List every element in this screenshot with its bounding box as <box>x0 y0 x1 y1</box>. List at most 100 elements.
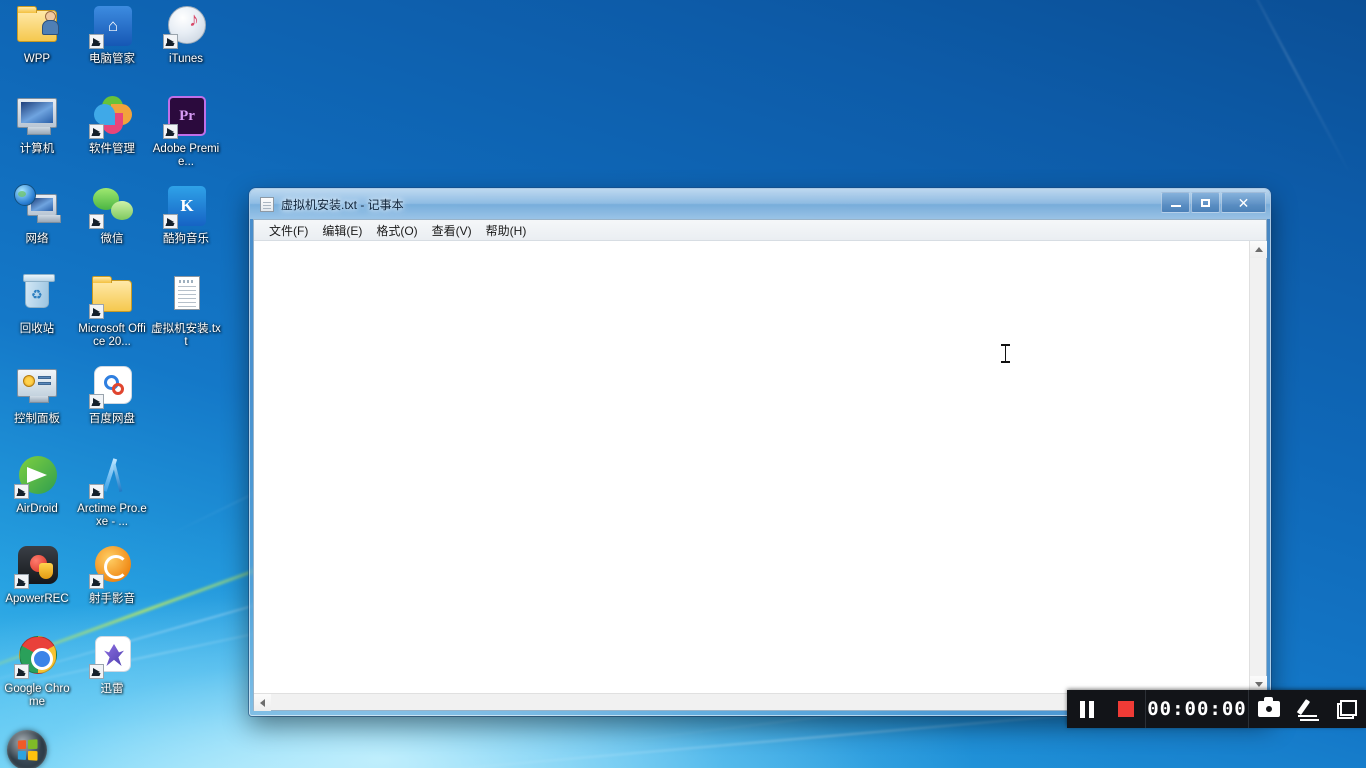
desktop-icon-computer[interactable]: 计算机 <box>0 92 74 156</box>
recording-timer: 00:00:00 <box>1147 698 1247 720</box>
desktop-icon-wpp-folder[interactable]: WPP <box>0 2 74 66</box>
desktop-icon-recycle-bin[interactable]: ♻ 回收站 <box>0 272 74 336</box>
windows-logo-icon <box>17 739 38 761</box>
desktop-icon-thunder-xunlei[interactable]: 迅雷 <box>75 632 149 696</box>
window-controls: ✕ <box>1160 192 1266 213</box>
desktop-icon-pc-manager[interactable]: ⌂ 电脑管家 <box>75 2 149 66</box>
notepad-menu-item-2[interactable]: 格式(O) <box>369 220 424 241</box>
desktop-icon-label: WPP <box>23 53 51 65</box>
scroll-left-button[interactable] <box>254 694 271 711</box>
recorder-tools-group <box>1249 690 1366 728</box>
chevron-up-icon <box>1254 247 1263 252</box>
desktop-icon-label: Microsoft Office 20... <box>78 323 146 348</box>
notepad-title-bar[interactable]: 虚拟机安装.txt - 记事本 ✕ <box>250 189 1270 219</box>
airdroid-icon <box>13 452 61 500</box>
notepad-menu-bar: 文件(F) 编辑(E) 格式(O) 查看(V) 帮助(H) <box>254 220 1266 241</box>
close-button[interactable]: ✕ <box>1221 192 1266 213</box>
desktop-icon-text-document[interactable]: 虚拟机安装.txt <box>149 272 223 348</box>
splayer-icon <box>88 542 136 590</box>
shortcut-arrow-icon <box>14 664 29 679</box>
shortcut-arrow-icon <box>89 34 104 49</box>
vertical-scrollbar[interactable] <box>1249 241 1267 693</box>
office-folder-icon <box>88 272 136 320</box>
annotate-button[interactable] <box>1288 690 1327 728</box>
desktop-icon-apowerrec[interactable]: ApowerREC <box>0 542 74 606</box>
stop-record-icon <box>1117 701 1134 717</box>
desktop-icon-label: 计算机 <box>19 143 55 155</box>
desktop-icon-kugou-music[interactable]: K 酷狗音乐 <box>149 182 223 246</box>
desktop-icon-network[interactable]: 网络 <box>0 182 74 246</box>
desktop-icon-label: ApowerREC <box>5 593 69 605</box>
desktop[interactable]: WPP ⌂ 电脑管家 iTunes 计算机 软件管理 Pr Adobe Premie... 网络… <box>0 0 1366 768</box>
shortcut-arrow-icon <box>14 574 29 589</box>
shortcut-arrow-icon <box>89 394 104 409</box>
minimize-button[interactable] <box>1161 192 1190 213</box>
desktop-icon-label: 网络 <box>25 233 49 245</box>
globe-shape <box>14 184 36 206</box>
desktop-icon-airdroid[interactable]: AirDroid <box>0 452 74 516</box>
text-document-icon <box>162 272 210 320</box>
desktop-icon-label: 射手影音 <box>89 593 135 605</box>
desktop-icon-google-chrome[interactable]: Google Chrome <box>0 632 74 708</box>
desktop-icon-label: 软件管理 <box>89 143 135 155</box>
adobe-premiere-icon: Pr <box>162 92 210 140</box>
notepad-menu-item-3[interactable]: 查看(V) <box>425 220 479 241</box>
camera-icon <box>1257 697 1280 717</box>
maximize-button[interactable] <box>1191 192 1220 213</box>
shortcut-arrow-icon <box>89 484 104 499</box>
wallpaper-light-streak <box>1228 0 1352 177</box>
screen-recorder-toolbar[interactable]: 00:00:00 <box>1067 690 1366 728</box>
notepad-menu-item-1[interactable]: 编辑(E) <box>315 220 369 241</box>
desktop-icon-software-manager[interactable]: 软件管理 <box>75 92 149 156</box>
shortcut-arrow-icon <box>89 124 104 139</box>
desktop-icon-label: iTunes <box>168 53 204 65</box>
google-chrome-icon <box>13 632 61 680</box>
desktop-icon-label: Adobe Premie... <box>152 143 220 168</box>
notepad-text-area[interactable] <box>254 241 1249 693</box>
start-button[interactable] <box>7 730 47 768</box>
itunes-icon <box>162 2 210 50</box>
control-panel-icon <box>13 362 61 410</box>
desktop-icon-label: 回收站 <box>19 323 55 335</box>
shortcut-arrow-icon <box>163 34 178 49</box>
notepad-window[interactable]: 虚拟机安装.txt - 记事本 ✕ 文件(F) 编辑(E) 格式(O) 查看(V) 帮助… <box>249 188 1271 716</box>
desktop-icon-label: 虚拟机安装.txt <box>151 323 221 348</box>
desktop-icon-control-panel[interactable]: 控制面板 <box>0 362 74 426</box>
kugou-music-icon: K <box>162 182 210 230</box>
recycle-bin-icon: ♻ <box>13 272 61 320</box>
region-button[interactable] <box>1327 690 1366 728</box>
notepad-menu-item-0[interactable]: 文件(F) <box>262 220 315 241</box>
arctime-icon <box>88 452 136 500</box>
desktop-icon-label: 酷狗音乐 <box>163 233 209 245</box>
monitor-shape <box>17 98 57 135</box>
notepad-menu-item-4[interactable]: 帮助(H) <box>479 220 534 241</box>
chevron-left-icon <box>260 698 265 707</box>
person-shape <box>42 11 59 35</box>
pause-icon <box>1079 700 1094 718</box>
desktop-icon-label: Arctime Pro.exe - ... <box>77 503 147 528</box>
screenshot-button[interactable] <box>1249 690 1288 728</box>
desktop-icon-adobe-premiere[interactable]: Pr Adobe Premie... <box>149 92 223 168</box>
desktop-icon-baidu-netdisk[interactable]: 百度网盘 <box>75 362 149 426</box>
thunder-xunlei-icon <box>88 632 136 680</box>
desktop-icon-itunes[interactable]: iTunes <box>149 2 223 66</box>
desktop-icon-arctime[interactable]: Arctime Pro.exe - ... <box>75 452 149 528</box>
minimize-icon <box>1170 205 1181 207</box>
desktop-icon-wechat[interactable]: 微信 <box>75 182 149 246</box>
control-panel-shape <box>17 369 57 403</box>
desktop-icon-label: Google Chrome <box>4 683 70 708</box>
apowerrec-icon <box>13 542 61 590</box>
shortcut-arrow-icon <box>89 304 104 319</box>
scroll-up-button[interactable] <box>1250 241 1267 258</box>
shortcut-arrow-icon <box>163 124 178 139</box>
pause-button[interactable] <box>1067 690 1106 728</box>
wechat-icon <box>88 182 136 230</box>
recorder-transport-group <box>1067 690 1145 728</box>
notepad-body <box>254 241 1267 693</box>
desktop-icon-splayer[interactable]: 射手影音 <box>75 542 149 606</box>
pen-icon <box>1297 699 1319 719</box>
shortcut-arrow-icon <box>89 664 104 679</box>
stop-button[interactable] <box>1106 690 1145 728</box>
trash-shape: ♻ <box>23 274 55 308</box>
desktop-icon-office-folder[interactable]: Microsoft Office 20... <box>75 272 149 348</box>
